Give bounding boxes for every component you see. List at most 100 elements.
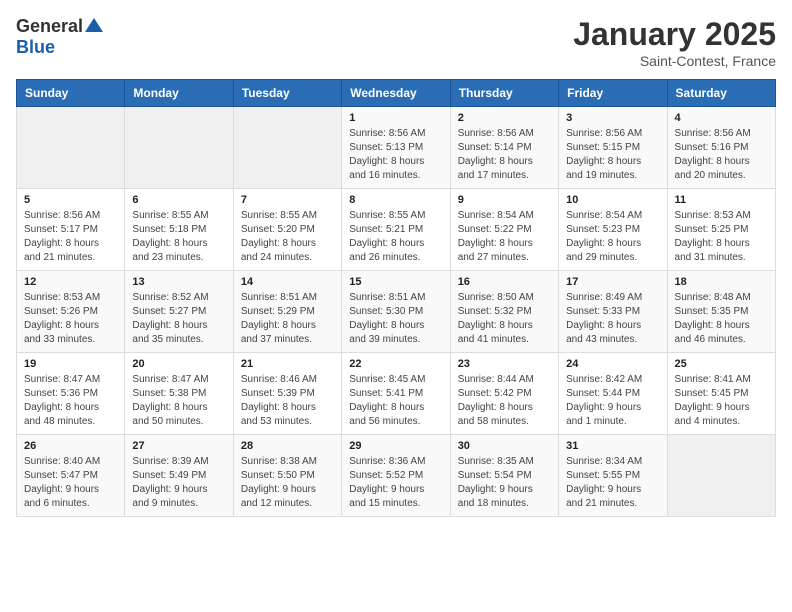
calendar-day-cell: 5 Sunrise: 8:56 AM Sunset: 5:17 PM Daylig… [17,189,125,271]
calendar-day-cell: 19 Sunrise: 8:47 AM Sunset: 5:36 PM Dayli… [17,353,125,435]
calendar-day-cell: 10 Sunrise: 8:54 AM Sunset: 5:23 PM Dayli… [559,189,667,271]
calendar-day-cell: 20 Sunrise: 8:47 AM Sunset: 5:38 PM Dayli… [125,353,233,435]
day-number: 11 [675,194,768,206]
page-header: General Blue January 2025 Saint-Contest,… [16,16,776,69]
day-number: 30 [458,440,551,452]
logo: General Blue [16,16,103,58]
calendar-day-cell: 1 Sunrise: 8:56 AM Sunset: 5:13 PM Daylig… [342,107,450,189]
calendar-day-cell: 4 Sunrise: 8:56 AM Sunset: 5:16 PM Daylig… [667,107,775,189]
day-number: 2 [458,112,551,124]
calendar-week-row: 5 Sunrise: 8:56 AM Sunset: 5:17 PM Daylig… [17,189,776,271]
day-info: Sunrise: 8:55 AM Sunset: 5:20 PM Dayligh… [241,209,334,265]
day-number: 9 [458,194,551,206]
day-number: 1 [349,112,442,124]
calendar-header-row: SundayMondayTuesdayWednesdayThursdayFrid… [17,80,776,107]
day-number: 16 [458,276,551,288]
calendar-day-cell [667,435,775,517]
day-number: 10 [566,194,659,206]
day-info: Sunrise: 8:42 AM Sunset: 5:44 PM Dayligh… [566,373,659,429]
calendar-day-cell: 8 Sunrise: 8:55 AM Sunset: 5:21 PM Daylig… [342,189,450,271]
day-info: Sunrise: 8:39 AM Sunset: 5:49 PM Dayligh… [132,455,225,511]
day-number: 22 [349,358,442,370]
calendar-day-cell: 31Sunrise: 8:34 AM Sunset: 5:55 PM Dayli… [559,435,667,517]
calendar-day-cell: 17 Sunrise: 8:49 AM Sunset: 5:33 PM Dayli… [559,271,667,353]
day-info: Sunrise: 8:44 AM Sunset: 5:42 PM Dayligh… [458,373,551,429]
day-number: 29 [349,440,442,452]
day-info: Sunrise: 8:52 AM Sunset: 5:27 PM Dayligh… [132,291,225,347]
day-info: Sunrise: 8:55 AM Sunset: 5:18 PM Dayligh… [132,209,225,265]
day-number: 20 [132,358,225,370]
day-info: Sunrise: 8:46 AM Sunset: 5:39 PM Dayligh… [241,373,334,429]
calendar-day-cell: 29 Sunrise: 8:36 AM Sunset: 5:52 PM Dayli… [342,435,450,517]
calendar-day-cell: 16 Sunrise: 8:50 AM Sunset: 5:32 PM Dayli… [450,271,558,353]
calendar-day-cell: 30 Sunrise: 8:35 AM Sunset: 5:54 PM Dayli… [450,435,558,517]
calendar-week-row: 26Sunrise: 8:40 AM Sunset: 5:47 PM Dayli… [17,435,776,517]
day-info: Sunrise: 8:56 AM Sunset: 5:13 PM Dayligh… [349,127,442,183]
logo-general-text: General [16,16,83,37]
calendar-day-cell: 21 Sunrise: 8:46 AM Sunset: 5:39 PM Dayli… [233,353,341,435]
calendar-day-cell: 28Sunrise: 8:38 AM Sunset: 5:50 PM Dayli… [233,435,341,517]
day-info: Sunrise: 8:38 AM Sunset: 5:50 PM Dayligh… [241,455,334,511]
calendar-day-cell: 15Sunrise: 8:51 AM Sunset: 5:30 PM Dayli… [342,271,450,353]
day-info: Sunrise: 8:55 AM Sunset: 5:21 PM Dayligh… [349,209,442,265]
day-number: 5 [24,194,117,206]
day-info: Sunrise: 8:54 AM Sunset: 5:22 PM Dayligh… [458,209,551,265]
day-info: Sunrise: 8:56 AM Sunset: 5:15 PM Dayligh… [566,127,659,183]
day-of-week-header: Friday [559,80,667,107]
calendar-week-row: 12 Sunrise: 8:53 AM Sunset: 5:26 PM Dayli… [17,271,776,353]
day-info: Sunrise: 8:53 AM Sunset: 5:25 PM Dayligh… [675,209,768,265]
calendar-day-cell: 12 Sunrise: 8:53 AM Sunset: 5:26 PM Dayli… [17,271,125,353]
day-info: Sunrise: 8:47 AM Sunset: 5:36 PM Dayligh… [24,373,117,429]
day-info: Sunrise: 8:35 AM Sunset: 5:54 PM Dayligh… [458,455,551,511]
calendar-week-row: 19 Sunrise: 8:47 AM Sunset: 5:36 PM Dayli… [17,353,776,435]
day-number: 25 [675,358,768,370]
calendar-day-cell: 14Sunrise: 8:51 AM Sunset: 5:29 PM Dayli… [233,271,341,353]
title-block: January 2025 Saint-Contest, France [573,16,776,69]
day-number: 21 [241,358,334,370]
day-info: Sunrise: 8:49 AM Sunset: 5:33 PM Dayligh… [566,291,659,347]
calendar-day-cell: 18 Sunrise: 8:48 AM Sunset: 5:35 PM Dayli… [667,271,775,353]
calendar-day-cell: 25 Sunrise: 8:41 AM Sunset: 5:45 PM Dayli… [667,353,775,435]
calendar-week-row: 1 Sunrise: 8:56 AM Sunset: 5:13 PM Daylig… [17,107,776,189]
day-info: Sunrise: 8:51 AM Sunset: 5:30 PM Dayligh… [349,291,442,347]
day-number: 4 [675,112,768,124]
day-number: 18 [675,276,768,288]
day-info: Sunrise: 8:56 AM Sunset: 5:16 PM Dayligh… [675,127,768,183]
day-info: Sunrise: 8:47 AM Sunset: 5:38 PM Dayligh… [132,373,225,429]
day-info: Sunrise: 8:48 AM Sunset: 5:35 PM Dayligh… [675,291,768,347]
day-number: 12 [24,276,117,288]
day-number: 7 [241,194,334,206]
calendar-day-cell: 9 Sunrise: 8:54 AM Sunset: 5:22 PM Daylig… [450,189,558,271]
calendar-day-cell [17,107,125,189]
calendar-day-cell: 13 Sunrise: 8:52 AM Sunset: 5:27 PM Dayli… [125,271,233,353]
calendar-day-cell: 6 Sunrise: 8:55 AM Sunset: 5:18 PM Daylig… [125,189,233,271]
day-info: Sunrise: 8:53 AM Sunset: 5:26 PM Dayligh… [24,291,117,347]
calendar-day-cell: 23 Sunrise: 8:44 AM Sunset: 5:42 PM Dayli… [450,353,558,435]
day-number: 8 [349,194,442,206]
calendar-table: SundayMondayTuesdayWednesdayThursdayFrid… [16,79,776,517]
month-title: January 2025 [573,16,776,53]
day-number: 23 [458,358,551,370]
day-of-week-header: Tuesday [233,80,341,107]
day-info: Sunrise: 8:56 AM Sunset: 5:17 PM Dayligh… [24,209,117,265]
day-info: Sunrise: 8:56 AM Sunset: 5:14 PM Dayligh… [458,127,551,183]
calendar-day-cell: 7 Sunrise: 8:55 AM Sunset: 5:20 PM Daylig… [233,189,341,271]
location-title: Saint-Contest, France [573,53,776,69]
day-number: 13 [132,276,225,288]
logo-icon [85,16,103,34]
calendar-day-cell: 3 Sunrise: 8:56 AM Sunset: 5:15 PM Daylig… [559,107,667,189]
day-number: 6 [132,194,225,206]
day-number: 3 [566,112,659,124]
day-info: Sunrise: 8:41 AM Sunset: 5:45 PM Dayligh… [675,373,768,429]
calendar-day-cell: 22 Sunrise: 8:45 AM Sunset: 5:41 PM Dayli… [342,353,450,435]
day-number: 24 [566,358,659,370]
day-of-week-header: Thursday [450,80,558,107]
day-number: 19 [24,358,117,370]
day-info: Sunrise: 8:36 AM Sunset: 5:52 PM Dayligh… [349,455,442,511]
calendar-day-cell: 26Sunrise: 8:40 AM Sunset: 5:47 PM Dayli… [17,435,125,517]
day-info: Sunrise: 8:50 AM Sunset: 5:32 PM Dayligh… [458,291,551,347]
day-info: Sunrise: 8:51 AM Sunset: 5:29 PM Dayligh… [241,291,334,347]
day-number: 17 [566,276,659,288]
day-info: Sunrise: 8:45 AM Sunset: 5:41 PM Dayligh… [349,373,442,429]
day-info: Sunrise: 8:54 AM Sunset: 5:23 PM Dayligh… [566,209,659,265]
